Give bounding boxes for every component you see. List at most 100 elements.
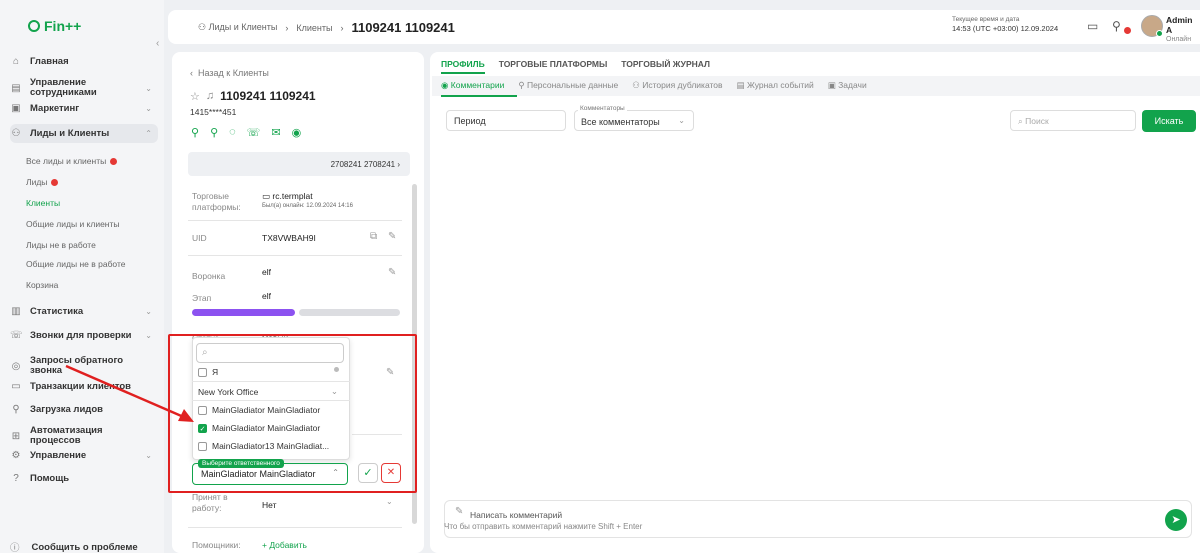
sidebar-sub-leads[interactable]: Лиды [26,177,59,187]
add-helper-button[interactable]: + Добавить [262,540,307,550]
notification-dot [110,157,118,165]
chevron-down-icon[interactable]: ⌄ [386,497,393,506]
user-icon: ⚲ [518,80,525,90]
edit-icon[interactable]: ✎ [388,231,396,242]
marketing-icon: ▣ [11,103,21,114]
sidebar-item-label: Звонки для проверки [30,329,132,341]
funnel-value: elf [262,267,271,277]
chat-icon[interactable]: ◌ [229,126,236,139]
sidebar-item-stats[interactable]: ▥ Статистика ⌄ [10,306,158,317]
tab-trading-platforms[interactable]: ТОРГОВЫЕ ПЛАТФОРМЫ [499,59,608,69]
upload-leads-icon: ⚲ [12,404,20,415]
add-user-icon[interactable]: ⚲ [191,126,199,139]
chevron-down-icon: ⌄ [145,104,152,113]
chevron-right-icon: › [340,22,344,33]
tab-personal-data[interactable]: ⚲ Персональные данные [518,80,618,91]
highlight-box [168,334,417,493]
progress-track [299,309,400,316]
collapse-sidebar-icon[interactable]: ‹ [156,38,159,49]
sidebar-sub-shared-leads[interactable]: Общие лиды и клиенты [26,219,120,229]
back-link[interactable]: ‹ Назад к Клиенты [190,68,269,78]
monitor-icon: ▭ [262,191,271,201]
tab-comments[interactable]: ◉ Комментарии [441,80,504,91]
uid-label: UID [192,233,207,243]
sidebar-item-settings[interactable]: ⚙ Управление ⌄ [10,450,158,461]
notification-dot [51,178,59,186]
automation-icon: ⊞ [11,430,21,442]
helpers-label: Помощники: [192,540,241,550]
tab-tasks[interactable]: ▣ Задачи [828,80,867,91]
chevron-up-icon: ⌃ [145,129,152,138]
info-icon: ⓘ [10,543,20,553]
commentators-select[interactable]: Все комментаторы ⌄ [574,110,694,131]
stage-label: Этап [192,293,212,303]
comment-hint: Что бы отправить комментарий нажмите Shi… [444,522,643,531]
sidebar-item-label: Маркетинг [30,102,80,114]
tab-trading-journal[interactable]: ТОРГОВЫЙ ЖУРНАЛ [621,59,710,69]
online-status-dot [1156,30,1163,37]
calls-icon: ☏ [10,330,23,341]
send-button[interactable]: ➤ [1165,509,1187,531]
tab-duplicates-history[interactable]: ⚇ История дубликатов [632,80,722,91]
clock: Текущее время и дата 14:53 (UTC +03:00) … [952,16,1059,33]
platform-last-seen: Был(а) онлайн: 12.09.2024 14:16 [262,203,353,209]
search-button[interactable]: Искать [1142,110,1196,132]
tab-profile[interactable]: ПРОФИЛЬ [441,59,485,69]
sidebar-sub-leads-idle[interactable]: Лиды не в работе [26,240,96,250]
breadcrumb-leads[interactable]: ⚇ Лиды и Клиенты [198,22,277,33]
annotation-arrow [65,364,194,422]
sidebar-item-calls[interactable]: ☏ Звонки для проверки ⌄ [10,330,158,341]
settings-icon: ⚙ [11,450,21,461]
user-menu[interactable]: Admin A Онлайн [1166,15,1200,45]
search-input[interactable]: ⌕ Поиск [1010,110,1136,131]
client-actions: ⚲ ⚲ ◌ ☏ ✉ ◉ [191,126,301,139]
comment-input[interactable]: Написать комментарий [470,510,562,520]
sidebar-sub-all-leads[interactable]: Все лиды и клиенты [26,156,118,166]
home-icon: ⌂ [12,56,20,67]
sidebar-item-help[interactable]: ? Помощь [10,473,158,484]
period-filter[interactable]: Период [446,110,566,131]
client-title: ☆ ♫ 1109241 1109241 [190,89,316,103]
sidebar-item-label: Статистика [30,305,84,317]
tab-event-log[interactable]: ▤ Журнал событий [737,80,814,91]
chevron-down-icon: ⌄ [145,451,152,460]
funnel-label: Воронка [192,271,226,281]
sidebar-item-leads[interactable]: ⚇ Лиды и Клиенты ⌃ [10,124,158,143]
sidebar-sub-trash[interactable]: Корзина [26,280,58,290]
bell-icon[interactable]: ⚲ [1112,19,1121,33]
logo-text: Fin++ [44,18,82,34]
copy-icon[interactable]: ⧉ [370,231,377,242]
bell-icon[interactable]: ♫ [206,90,214,102]
commentators-label: Комментаторы [578,105,627,112]
calendar-icon[interactable]: ▭ [1087,19,1098,33]
users-icon: ⚇ [632,80,640,90]
divider [188,527,402,528]
phone-icon[interactable]: ☏ [247,126,261,139]
progress-fill [192,309,295,316]
search-icon: ⌕ [1018,116,1023,126]
transactions-icon: ▭ [11,381,21,392]
linked-client-row[interactable]: 2708241 2708241 › [188,152,410,176]
sidebar-sub-shared-idle[interactable]: Общие лиды не в работе [26,259,126,269]
app-logo[interactable]: Fin++ [28,18,81,34]
edit-icon[interactable]: ✎ [388,267,396,278]
sidebar-item-marketing[interactable]: ▣ Маркетинг ⌄ [10,103,158,114]
sidebar-item-staff[interactable]: ▤ Управление сотрудниками ⌄ [10,78,158,98]
platform-label: Торговые платформы: [192,191,241,212]
report-problem-link[interactable]: ⓘ Сообщить о проблеме [10,540,138,553]
message-icon[interactable]: ◉ [292,126,302,139]
sidebar-item-label: Лиды и Клиенты [30,127,110,139]
breadcrumb-clients[interactable]: Клиенты [296,23,332,33]
tab-indicator [441,95,517,97]
transfer-user-icon[interactable]: ⚲ [210,126,218,139]
chevron-down-icon: ⌄ [145,83,152,93]
sidebar-sub-clients[interactable]: Клиенты [26,198,60,208]
mail-icon[interactable]: ✉ [271,126,280,139]
tasks-icon: ▣ [827,80,836,90]
sidebar-item-home[interactable]: ⌂ Главная [10,56,158,67]
star-icon[interactable]: ☆ [190,90,200,103]
sidebar-item-label: Помощь [30,472,70,484]
journal-icon: ▤ [736,80,745,90]
platform-value[interactable]: ▭ rc.termplat [262,191,313,202]
attach-icon[interactable]: ✎ [455,506,463,517]
